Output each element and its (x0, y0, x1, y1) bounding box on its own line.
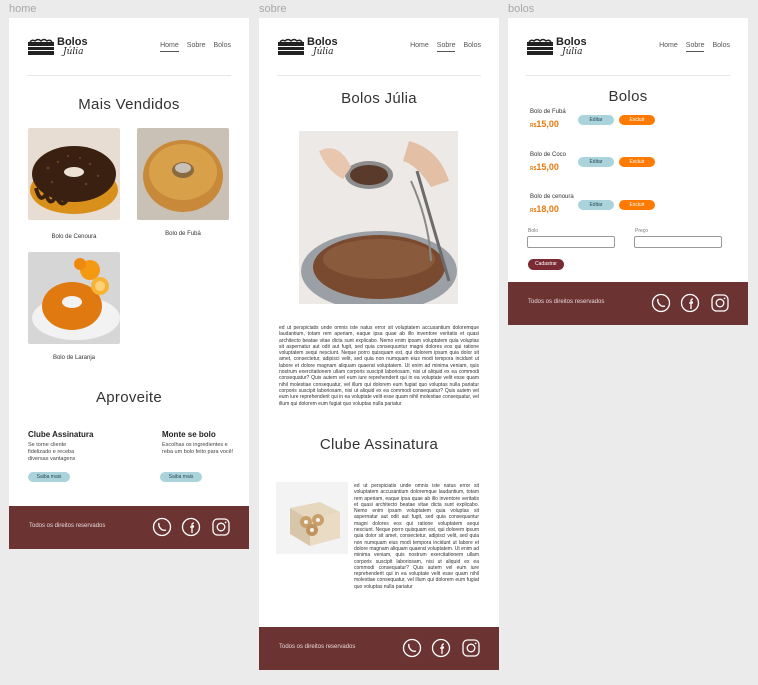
feature-title-monte: Monte se bolo (162, 430, 216, 439)
bolo-field-label: Bolo (528, 228, 539, 234)
header: Bolos Júlia Home Sobre Bolos (508, 18, 748, 78)
frame-label-home: home (9, 3, 37, 15)
edit-button[interactable]: Editar (578, 115, 614, 125)
club-box-photo (276, 482, 348, 554)
club-paragraph: ed ut perspiciatis unde omnis iste natus… (354, 483, 479, 590)
header-divider (277, 75, 481, 76)
logo[interactable]: Bolos Júlia (526, 36, 596, 58)
bolo-price: R$15,00 (530, 119, 559, 129)
nav-home[interactable]: Home (410, 42, 429, 52)
frame-label-bolos: bolos (508, 3, 535, 15)
logo-title: Bolos (556, 36, 587, 48)
delete-button[interactable]: Excluir (619, 115, 655, 125)
facebook-icon[interactable] (181, 517, 201, 537)
instagram-icon[interactable] (461, 638, 481, 658)
section-title-aproveite: Aproveite (95, 389, 163, 406)
bolo-price-value: 15,00 (536, 119, 559, 129)
product-name-cenoura: Bolo de Cenoura (51, 234, 97, 240)
frame-label-sobre: sobre (259, 3, 287, 15)
feature-text-clube: Se torne cliente fidelizado e receba div… (28, 442, 76, 462)
footer: Todos os direitos reservados (508, 282, 748, 325)
nav-sobre[interactable]: Sobre (436, 42, 456, 52)
product-name-laranja: Bolo de Laranja (52, 355, 96, 361)
sobre-page-frame: Bolos Júlia Home Sobre Bolos Bolos Júlia… (259, 18, 499, 670)
bolo-price: R$18,00 (530, 204, 559, 214)
bolo-price: R$15,00 (530, 162, 559, 172)
saiba-mais-button-clube[interactable]: Saiba mais (28, 472, 70, 482)
delete-button[interactable]: Excluir (619, 200, 655, 210)
footer-text: Todos os direitos reservados (29, 523, 106, 529)
preco-input[interactable] (634, 236, 722, 248)
bolo-name: Bolo de Coco (530, 152, 567, 158)
header-divider (526, 75, 730, 76)
header: Bolos Júlia Home Sobre Bolos (9, 18, 249, 78)
header-divider (27, 75, 231, 76)
bolos-page-frame: Bolos Júlia Home Sobre Bolos Bolos Bolo … (508, 18, 748, 325)
logo-subtitle: Júlia (562, 47, 583, 57)
whatsapp-icon[interactable] (402, 638, 422, 658)
logo-title: Bolos (307, 36, 338, 48)
nav-bolos[interactable]: Bolos (463, 42, 481, 52)
bolo-price-value: 15,00 (536, 162, 559, 172)
bolo-price-value: 18,00 (536, 204, 559, 214)
nav-bolos[interactable]: Bolos (712, 42, 730, 52)
nav-home[interactable]: Home (160, 42, 179, 52)
logo-title: Bolos (57, 36, 88, 48)
header: Bolos Júlia Home Sobre Bolos (259, 18, 499, 78)
edit-button[interactable]: Editar (578, 157, 614, 167)
product-image-fuba[interactable] (137, 128, 229, 220)
product-image-laranja[interactable] (28, 252, 120, 344)
bolo-name: Bolo de Fubá (530, 109, 566, 115)
section-title-mais-vendidos: Mais Vendidos (78, 96, 180, 113)
cake-logo-icon (278, 38, 304, 55)
edit-button[interactable]: Editar (578, 200, 614, 210)
logo-subtitle: Júlia (313, 47, 334, 57)
nav-menu: Home Sobre Bolos (410, 42, 481, 52)
saiba-mais-button-monte[interactable]: Saiba mais (160, 472, 202, 482)
footer: Todos os direitos reservados (259, 627, 499, 670)
nav-sobre[interactable]: Sobre (685, 42, 705, 52)
logo-subtitle: Júlia (63, 47, 84, 57)
cake-logo-icon (527, 38, 553, 55)
nav-sobre[interactable]: Sobre (187, 42, 206, 52)
bolo-name: Bolo de cenoura (530, 194, 574, 200)
delete-button[interactable]: Excluir (619, 157, 655, 167)
footer-text: Todos os direitos reservados (528, 299, 605, 305)
nav-home[interactable]: Home (659, 42, 678, 52)
feature-text-monte: Escolhas os ingredientes e reba um bolo … (162, 442, 234, 455)
facebook-icon[interactable] (680, 293, 700, 313)
logo[interactable]: Bolos Júlia (27, 36, 97, 58)
instagram-icon[interactable] (211, 517, 231, 537)
facebook-icon[interactable] (431, 638, 451, 658)
section-title-clube: Clube Assinatura (319, 436, 439, 453)
product-name-fuba: Bolo de Fubá (165, 231, 201, 237)
preco-field-label: Preço (635, 228, 649, 234)
whatsapp-icon[interactable] (152, 517, 172, 537)
page-title: Bolos (608, 88, 648, 105)
nav-menu: Home Sobre Bolos (659, 42, 730, 52)
whatsapp-icon[interactable] (651, 293, 671, 313)
footer-text: Todos os direitos reservados (279, 644, 356, 650)
home-page-frame: Bolos Júlia Home Sobre Bolos Mais Vendid… (9, 18, 249, 549)
footer: Todos os direitos reservados (9, 506, 249, 549)
logo[interactable]: Bolos Júlia (277, 36, 347, 58)
instagram-icon[interactable] (710, 293, 730, 313)
baking-photo (299, 131, 458, 304)
page-title: Bolos Júlia (341, 90, 417, 107)
about-paragraph: ed ut perspiciatis unde omnis iste natus… (279, 325, 479, 407)
feature-title-clube: Clube Assinatura (28, 430, 94, 439)
cadastrar-button[interactable]: Cadastrar (528, 259, 564, 270)
nav-menu: Home Sobre Bolos (160, 42, 231, 52)
cake-logo-icon (28, 38, 54, 55)
nav-bolos[interactable]: Bolos (213, 42, 231, 52)
bolo-input[interactable] (527, 236, 615, 248)
product-image-cenoura[interactable] (28, 128, 120, 220)
